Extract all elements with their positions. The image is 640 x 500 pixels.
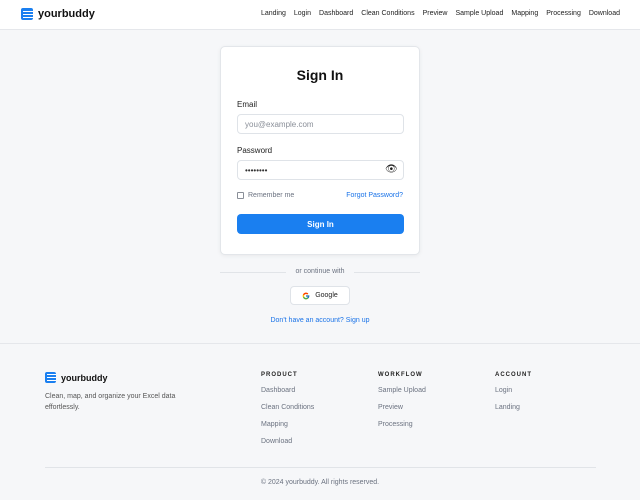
google-icon <box>302 292 310 299</box>
password-field[interactable] <box>237 160 404 180</box>
footer-link-mapping[interactable]: Mapping <box>261 421 314 429</box>
nav-mapping[interactable]: Mapping <box>511 10 538 17</box>
eye-icon[interactable]: 👁 <box>385 164 398 176</box>
footer-col-product: PRODUCT Dashboard Clean Conditions Mappi… <box>261 372 314 446</box>
top-navbar: yourbuddy Landing Login Dashboard Clean … <box>0 0 640 30</box>
logo-icon <box>21 8 33 20</box>
remember-checkbox[interactable] <box>237 192 244 199</box>
divider-text: or continue with <box>295 268 345 275</box>
nav-processing[interactable]: Processing <box>546 10 581 17</box>
footer-col-title: ACCOUNT <box>495 372 532 378</box>
footer-link-preview[interactable]: Preview <box>378 404 426 412</box>
nav-login[interactable]: Login <box>294 10 311 17</box>
footer-logo-icon <box>45 372 56 383</box>
nav-sample-upload[interactable]: Sample Upload <box>455 10 503 17</box>
remember-label: Remember me <box>248 192 295 199</box>
footer-col-title: WORKFLOW <box>378 372 423 378</box>
signin-button[interactable]: Sign In <box>237 214 404 234</box>
signin-title: Sign In <box>296 67 344 83</box>
footer-link-processing[interactable]: Processing <box>378 421 426 429</box>
footer-link-login[interactable]: Login <box>495 387 532 395</box>
email-label: Email <box>237 100 258 109</box>
main-nav: Landing Login Dashboard Clean Conditions… <box>261 10 620 17</box>
copyright: © 2024 yourbuddy. All rights reserved. <box>260 479 380 486</box>
nav-clean-conditions[interactable]: Clean Conditions <box>361 10 414 17</box>
footer: yourbuddy Clean, map, and organize your … <box>0 343 640 500</box>
footer-col-workflow: WORKFLOW Sample Upload Preview Processin… <box>378 372 426 429</box>
footer-link-dashboard[interactable]: Dashboard <box>261 387 314 395</box>
footer-col-title: PRODUCT <box>261 372 298 378</box>
forgot-password-link[interactable]: Forgot Password? <box>346 192 403 199</box>
nav-download[interactable]: Download <box>589 10 620 17</box>
signup-prompt: Don't have an account? Sign up <box>0 317 640 324</box>
footer-link-download[interactable]: Download <box>261 438 314 446</box>
footer-link-landing[interactable]: Landing <box>495 404 532 412</box>
brand[interactable]: yourbuddy <box>21 8 95 20</box>
nav-landing[interactable]: Landing <box>261 10 286 17</box>
footer-brand-name: yourbuddy <box>61 372 108 383</box>
remember-me[interactable]: Remember me <box>237 192 294 199</box>
nav-preview[interactable]: Preview <box>423 10 448 17</box>
footer-link-clean-conditions[interactable]: Clean Conditions <box>261 404 314 412</box>
google-label: Google <box>315 292 338 299</box>
footer-col-account: ACCOUNT Login Landing <box>495 372 532 412</box>
signup-link[interactable]: Don't have an account? Sign up <box>270 317 369 324</box>
signin-card: Sign In Email Password Remember me Forgo… <box>220 46 420 255</box>
footer-brand[interactable]: yourbuddy <box>45 372 108 383</box>
brand-name: yourbuddy <box>38 8 95 20</box>
password-label: Password <box>237 146 273 155</box>
footer-link-sample-upload[interactable]: Sample Upload <box>378 387 426 395</box>
google-signin-button[interactable]: Google <box>290 286 350 305</box>
footer-divider <box>45 467 596 468</box>
footer-description: Clean, map, and organize your Excel data… <box>45 393 176 411</box>
email-field[interactable] <box>237 114 404 134</box>
nav-dashboard[interactable]: Dashboard <box>319 10 353 17</box>
